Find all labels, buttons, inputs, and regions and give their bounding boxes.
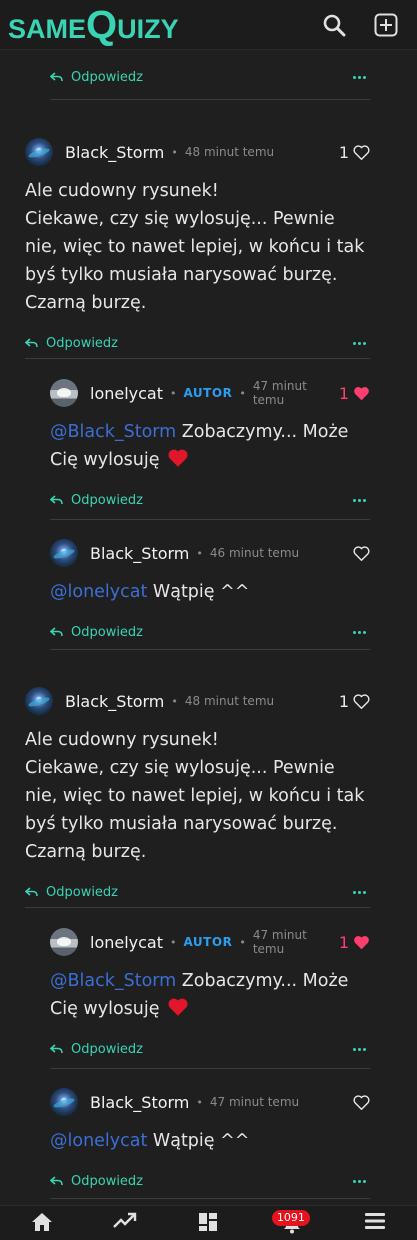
- logo-part2: Q: [86, 2, 118, 47]
- search-icon[interactable]: [321, 12, 347, 38]
- user-mention[interactable]: @lonelycat: [50, 582, 147, 602]
- timestamp: 47 minut temu: [252, 928, 307, 956]
- avatar[interactable]: [50, 539, 78, 567]
- logo-part1: SAME: [8, 13, 87, 44]
- timestamp: 47 minut temu: [252, 379, 307, 407]
- reply-label: Odpowiedz: [71, 624, 144, 640]
- reply-label: Odpowiedz: [71, 69, 144, 85]
- timestamp: 48 minut temu: [184, 145, 275, 159]
- reply-arrow-icon: [50, 626, 63, 636]
- reply-label: Odpowiedz: [46, 884, 119, 900]
- reply-comment: Black_Storm • 46 minut temu @lonelycat W…: [50, 538, 370, 650]
- user-mention[interactable]: @lonelycat: [50, 1131, 147, 1151]
- avatar[interactable]: [25, 687, 53, 715]
- comment-text: Ale cudowny rysunek! Ciekawe, czy się wy…: [25, 181, 365, 313]
- more-options-icon[interactable]: [349, 495, 370, 506]
- samequizy-logo[interactable]: SAME Q UIZY: [8, 2, 179, 47]
- username[interactable]: lonelycat: [90, 933, 163, 952]
- reply-text: @lonelycat Wątpię ^^: [50, 1131, 250, 1151]
- more-options-icon[interactable]: [349, 1176, 370, 1187]
- like-count: 1: [338, 383, 349, 403]
- avatar[interactable]: [50, 1088, 78, 1116]
- comment: Black_Storm • 48 minut temu 1 Ale cudown…: [25, 686, 370, 908]
- heart-outline-icon: [353, 545, 370, 561]
- reply-arrow-icon: [50, 494, 63, 504]
- heart-filled-icon: [354, 935, 369, 949]
- avatar[interactable]: [25, 138, 53, 166]
- reply-label: Odpowiedz: [71, 492, 144, 508]
- dashboard-icon[interactable]: [194, 1212, 222, 1238]
- more-options-icon[interactable]: [349, 887, 370, 898]
- heart-emoji-icon: [168, 449, 188, 467]
- timestamp: 46 minut temu: [209, 546, 300, 560]
- avatar[interactable]: [50, 379, 78, 407]
- more-options-icon[interactable]: [349, 627, 370, 638]
- logo-part3: UIZY: [117, 13, 179, 44]
- author-badge: AUTOR: [183, 935, 233, 949]
- reply-label: Odpowiedz: [71, 1173, 144, 1189]
- reply-button[interactable]: Odpowiedz: [50, 493, 143, 508]
- more-options-icon[interactable]: [349, 338, 370, 349]
- username[interactable]: lonelycat: [90, 384, 163, 403]
- notification-count-badge: 1091: [271, 1210, 310, 1226]
- reply-text: @lonelycat Wątpię ^^: [50, 582, 250, 602]
- heart-outline-icon: [353, 144, 370, 160]
- reply-comment: lonelycat • AUTOR • 47 minut temu 1 @Bla…: [50, 927, 370, 1069]
- add-square-icon[interactable]: [373, 12, 399, 38]
- reply-text: @Black_Storm Zobaczymy... Może Cię wylos…: [50, 422, 349, 470]
- trending-icon[interactable]: [111, 1212, 139, 1238]
- author-badge: AUTOR: [183, 386, 233, 400]
- more-options-icon[interactable]: [349, 72, 370, 83]
- reply-label: Odpowiedz: [46, 335, 119, 351]
- comment: Black_Storm • 48 minut temu 1 Ale cudown…: [25, 137, 370, 359]
- heart-outline-icon: [353, 1094, 370, 1110]
- reply-button[interactable]: Odpowiedz: [50, 625, 143, 640]
- heart-filled-icon: [354, 386, 369, 400]
- like-button[interactable]: 1: [339, 143, 370, 162]
- menu-icon[interactable]: [361, 1212, 389, 1238]
- reply-arrow-icon: [50, 1175, 63, 1185]
- partial-reply: Odpowiedz: [50, 50, 370, 100]
- bottom-nav: 1091: [0, 1205, 417, 1240]
- like-count: 1: [338, 691, 349, 711]
- reply-comment: lonelycat • AUTOR • 47 minut temu 1 @Bla…: [50, 378, 370, 520]
- like-button[interactable]: [349, 1094, 370, 1110]
- heart-outline-icon: [353, 693, 370, 709]
- reply-label: Odpowiedz: [71, 1041, 144, 1057]
- top-header: SAME Q UIZY: [0, 0, 417, 50]
- notifications-button[interactable]: 1091: [271, 1210, 310, 1238]
- home-icon[interactable]: [28, 1212, 56, 1238]
- timestamp: 48 minut temu: [184, 694, 275, 708]
- user-mention[interactable]: @Black_Storm: [50, 422, 176, 442]
- like-button[interactable]: 1: [339, 384, 370, 403]
- reply-text: @Black_Storm Zobaczymy... Może Cię wylos…: [50, 971, 349, 1019]
- reply-button[interactable]: Odpowiedz: [25, 885, 118, 900]
- reply-button[interactable]: Odpowiedz: [50, 1174, 143, 1189]
- more-options-icon[interactable]: [349, 1044, 370, 1055]
- app-root: SAME Q UIZY Odpowiedz Black_Storm • 48 m…: [0, 0, 417, 1240]
- reply-arrow-icon: [50, 1043, 63, 1053]
- reply-arrow-icon: [25, 337, 38, 347]
- reply-button[interactable]: Odpowiedz: [50, 70, 143, 85]
- heart-emoji-icon: [168, 998, 188, 1016]
- reply-arrow-icon: [25, 886, 38, 896]
- like-button[interactable]: 1: [339, 933, 370, 952]
- username[interactable]: Black_Storm: [90, 1093, 189, 1112]
- timestamp: 47 minut temu: [209, 1095, 300, 1109]
- username[interactable]: Black_Storm: [90, 544, 189, 563]
- reply-button[interactable]: Odpowiedz: [25, 336, 118, 351]
- like-count: 1: [338, 142, 349, 162]
- comment-text: Ale cudowny rysunek! Ciekawe, czy się wy…: [25, 730, 365, 862]
- like-button[interactable]: [349, 545, 370, 561]
- like-count: 1: [338, 932, 349, 952]
- like-button[interactable]: 1: [339, 692, 370, 711]
- reply-arrow-icon: [50, 71, 63, 81]
- user-mention[interactable]: @Black_Storm: [50, 971, 176, 991]
- comments-feed: Odpowiedz Black_Storm • 48 minut temu 1 …: [0, 50, 417, 1205]
- reply-comment: Black_Storm • 47 minut temu @lonelycat W…: [50, 1087, 370, 1199]
- username[interactable]: Black_Storm: [65, 692, 164, 711]
- reply-button[interactable]: Odpowiedz: [50, 1042, 143, 1057]
- avatar[interactable]: [50, 928, 78, 956]
- username[interactable]: Black_Storm: [65, 143, 164, 162]
